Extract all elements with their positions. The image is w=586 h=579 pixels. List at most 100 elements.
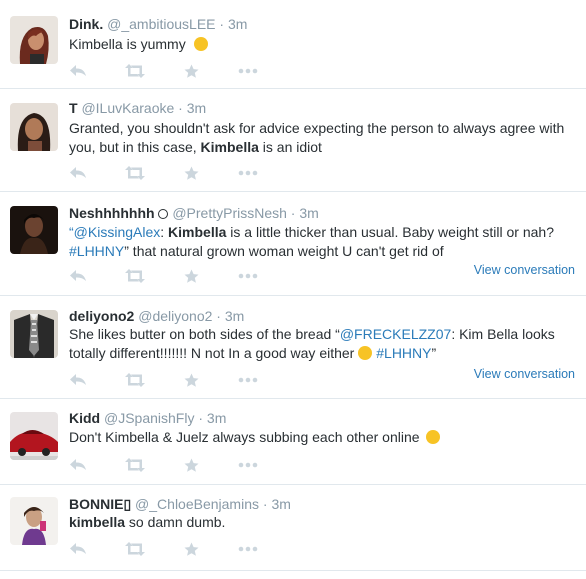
- retweet-button[interactable]: [124, 541, 146, 557]
- display-name[interactable]: deliyono2: [69, 308, 134, 324]
- tweet-text-line: #LHHNY” that natural grown woman weight …: [69, 242, 576, 261]
- reply-icon: [70, 167, 86, 178]
- retweet-button[interactable]: [124, 268, 146, 284]
- search-keyword: Kimbella: [200, 139, 259, 155]
- avatar[interactable]: [10, 412, 58, 460]
- timestamp[interactable]: 3m: [187, 100, 206, 116]
- reply-button[interactable]: [69, 372, 87, 388]
- favorite-button[interactable]: [184, 457, 199, 473]
- favorite-icon: [184, 64, 199, 78]
- tweet[interactable]: Kidd @JSpanishFly · 3m Don't Kimbella & …: [0, 399, 586, 485]
- separator: ·: [198, 410, 204, 426]
- tweet-header: T @ILuvKaraoke · 3m: [69, 99, 206, 117]
- favorite-button[interactable]: [184, 165, 199, 181]
- reply-button[interactable]: [69, 63, 87, 79]
- more-button[interactable]: [238, 541, 258, 557]
- reply-icon: [70, 374, 86, 385]
- search-keyword: kimbella: [69, 514, 126, 530]
- reply-button[interactable]: [69, 541, 87, 557]
- display-name-text: Neshhhhhhh: [69, 205, 155, 221]
- username[interactable]: @_ChloeBenjamins: [135, 496, 259, 512]
- display-name[interactable]: BONNIE▯: [69, 496, 131, 512]
- display-name[interactable]: Neshhhhhhh: [69, 205, 169, 221]
- display-name[interactable]: Dink.: [69, 16, 103, 32]
- username[interactable]: @deliyono2: [138, 308, 212, 324]
- text-segment: ”: [431, 345, 437, 361]
- reply-icon: [70, 65, 86, 76]
- tweet[interactable]: Neshhhhhhh @PrettyPrissNesh · 3m “@Kissi…: [0, 192, 586, 296]
- username[interactable]: @PrettyPrissNesh: [172, 205, 287, 221]
- avatar[interactable]: [10, 497, 58, 545]
- reply-icon: [70, 459, 86, 470]
- mention-link[interactable]: @FRECKELZZ07: [340, 326, 451, 342]
- tweet[interactable]: T @ILuvKaraoke · 3m Granted, you shouldn…: [0, 89, 586, 192]
- yum-emoji-icon: [193, 37, 208, 51]
- retweet-button[interactable]: [124, 165, 146, 181]
- tweet-header: deliyono2 @deliyono2 · 3m: [69, 307, 244, 325]
- timestamp[interactable]: 3m: [207, 410, 226, 426]
- more-button[interactable]: [238, 457, 258, 473]
- tweet-header: BONNIE▯ @_ChloeBenjamins · 3m: [69, 495, 291, 513]
- tweet-actions: [69, 541, 269, 557]
- favorite-button[interactable]: [184, 372, 199, 388]
- username[interactable]: @_ambitiousLEE: [107, 16, 215, 32]
- tweet-text-line: Granted, you shouldn't ask for advice ex…: [69, 120, 565, 136]
- text-segment: She likes butter on both sides of the br…: [69, 326, 340, 342]
- more-icon: [238, 273, 258, 279]
- retweet-button[interactable]: [124, 63, 146, 79]
- more-button[interactable]: [238, 372, 258, 388]
- hashtag-link[interactable]: #LHHNY: [376, 345, 431, 361]
- tweet-text-line: you, but in this case, Kimbella is an id…: [69, 138, 576, 157]
- retweet-button[interactable]: [124, 372, 146, 388]
- favorite-button[interactable]: [184, 63, 199, 79]
- avatar[interactable]: [10, 310, 58, 358]
- tweet[interactable]: deliyono2 @deliyono2 · 3m She likes butt…: [0, 296, 586, 399]
- tweet[interactable]: BONNIE▯ @_ChloeBenjamins · 3m kimbella s…: [0, 485, 586, 571]
- view-conversation-link[interactable]: View conversation: [474, 263, 575, 277]
- hashtag-link[interactable]: #LHHNY: [69, 243, 124, 259]
- favorite-icon: [184, 166, 199, 180]
- avatar[interactable]: [10, 16, 58, 64]
- search-keyword: Kimbella: [168, 224, 227, 240]
- timestamp[interactable]: 3m: [271, 496, 290, 512]
- username[interactable]: @JSpanishFly: [104, 410, 194, 426]
- tweet-text: kimbella so damn dumb.: [69, 513, 576, 532]
- separator: ·: [219, 16, 225, 32]
- retweet-icon: [125, 166, 145, 180]
- tweet-text: She likes butter on both sides of the br…: [69, 325, 576, 363]
- more-icon: [238, 377, 258, 383]
- username[interactable]: @ILuvKaraoke: [81, 100, 174, 116]
- tweet-text: “@KissingAlex: Kimbella is a little thic…: [69, 223, 576, 261]
- retweet-button[interactable]: [124, 457, 146, 473]
- tweet-actions: [69, 457, 269, 473]
- avatar[interactable]: [10, 206, 58, 254]
- text-segment: is an idiot: [258, 139, 322, 155]
- dark-portrait-avatar: [10, 206, 58, 254]
- reply-button[interactable]: [69, 268, 87, 284]
- tweet[interactable]: Dink. @_ambitiousLEE · 3m Kimbella is yu…: [0, 0, 586, 89]
- more-button[interactable]: [238, 165, 258, 181]
- tweet-header: Kidd @JSpanishFly · 3m: [69, 409, 226, 427]
- view-conversation-link[interactable]: View conversation: [474, 367, 575, 381]
- more-button[interactable]: [238, 268, 258, 284]
- text-segment: you, but in this case,: [69, 139, 201, 155]
- favorite-button[interactable]: [184, 541, 199, 557]
- mention-link[interactable]: @KissingAlex: [74, 224, 161, 240]
- display-name[interactable]: Kidd: [69, 410, 100, 426]
- suit-tie-avatar: [10, 310, 58, 358]
- timestamp[interactable]: 3m: [299, 205, 318, 221]
- tweet-text-line: totally different!!!!!!! N not In a good…: [69, 344, 576, 363]
- favorite-icon: [184, 269, 199, 283]
- woman-long-hair-avatar: [10, 103, 58, 151]
- more-button[interactable]: [238, 63, 258, 79]
- timestamp[interactable]: 3m: [225, 308, 244, 324]
- avatar[interactable]: [10, 103, 58, 151]
- display-name[interactable]: T: [69, 100, 78, 116]
- favorite-icon: [184, 458, 199, 472]
- favorite-button[interactable]: [184, 268, 199, 284]
- reply-button[interactable]: [69, 457, 87, 473]
- red-car-avatar: [10, 412, 58, 460]
- text-segment: totally different!!!!!!! N not In a good…: [69, 345, 359, 361]
- reply-button[interactable]: [69, 165, 87, 181]
- timestamp[interactable]: 3m: [228, 16, 247, 32]
